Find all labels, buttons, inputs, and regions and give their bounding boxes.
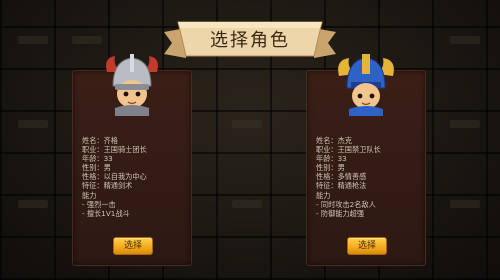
background-tile [450,200,480,208]
info-job: 职业：王国禁卫队长 [316,145,381,155]
background-tile [232,200,262,208]
background-tile [450,36,480,44]
background-tile [18,36,48,44]
info-name: 姓名：杰克 [316,136,352,145]
info-ability-heading: 能力 [82,190,97,200]
blue-helmet-guard-icon [335,52,397,116]
info-ability: - 擅长1V1战斗 [82,208,130,218]
character-info-left: 姓名：齐格 职业：王国骑士团长 年龄：33 性别：男 性格：以自我为中心 特征：… [82,136,194,218]
title-banner: 选择角色 [164,18,336,62]
select-button-left[interactable]: 选择 [113,237,153,255]
info-ability-heading: 能力 [316,190,331,200]
info-ability: - 同时攻击2名敌人 [316,199,376,209]
info-trait: 特征：精通剑术 [82,181,133,191]
select-button-right[interactable]: 选择 [347,237,387,255]
background-tile [18,200,48,208]
info-personality: 性格：多情善感 [316,172,367,182]
info-gender: 性别：男 [82,163,111,173]
character-info-right: 姓名：杰克 职业：王国禁卫队长 年龄：33 性别：男 性格：多情善感 特征：精通… [316,136,428,218]
info-ability: - 防御能力超强 [316,208,365,218]
background-tile [72,36,102,44]
background-tile [450,120,480,128]
info-ability: - 强烈一击 [82,199,116,209]
info-trait: 特征：精通枪法 [316,181,367,191]
info-job: 职业：王国骑士团长 [82,145,147,155]
info-personality: 性格：以自我为中心 [82,172,147,182]
red-helmet-knight-icon [101,52,163,116]
info-gender: 性别：男 [316,163,345,173]
background-tile [232,120,262,128]
background-tile [18,120,48,128]
info-name: 姓名：齐格 [82,136,118,145]
info-age: 年龄：33 [316,154,347,164]
page-title: 选择角色 [210,30,290,51]
info-age: 年龄：33 [82,154,113,164]
